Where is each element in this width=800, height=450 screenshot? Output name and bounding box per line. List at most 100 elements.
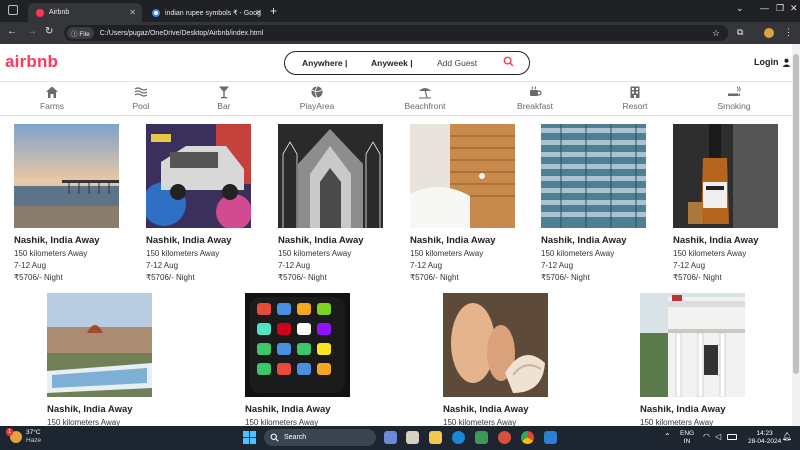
listing-card[interactable]: Nashik, India Away 150 kilometers Away 7… <box>410 124 520 282</box>
search-bar[interactable]: Anywhere | Anyweek | Add Guest <box>284 51 530 75</box>
listing-photo-porch[interactable] <box>640 293 745 397</box>
chrome-icon[interactable] <box>521 431 534 444</box>
widgets-icon[interactable] <box>406 431 419 444</box>
anyweek-button[interactable]: Anyweek | <box>371 58 413 68</box>
listing-title[interactable]: Nashik, India Away <box>673 235 783 246</box>
scrollbar-thumb[interactable] <box>793 54 799 374</box>
listing-card[interactable]: Nashik, India Away 150 kilometers Away <box>47 293 157 426</box>
listing-title[interactable]: Nashik, India Away <box>146 235 256 246</box>
search-icon[interactable] <box>503 56 514 67</box>
windows-taskbar: 1 37°C Haze Search ⌃ ENG IN ◠ ◁ 14:23 28… <box>0 426 800 450</box>
listing-card[interactable]: Nashik, India Away 150 kilometers Away 7… <box>146 124 256 282</box>
category-smoking[interactable]: Smoking <box>704 85 764 111</box>
close-tab-icon[interactable]: ✕ <box>255 8 262 17</box>
office-app-icon[interactable] <box>498 431 511 444</box>
listing-photo-cathedral[interactable] <box>278 124 383 228</box>
task-view-icon[interactable] <box>384 431 397 444</box>
address-bar[interactable]: ⓘ File C:/Users/pugaz/OneDrive/Desktop/A… <box>64 25 728 41</box>
listing-distance: 150 kilometers Away <box>146 249 220 258</box>
close-tab-icon[interactable]: ✕ <box>129 8 136 17</box>
listing-title[interactable]: Nashik, India Away <box>443 404 553 415</box>
battery-icon[interactable] <box>727 434 737 440</box>
listing-title[interactable]: Nashik, India Away <box>541 235 651 246</box>
listing-card[interactable]: Nashik, India Away 150 kilometers Away <box>640 293 750 426</box>
maximize-icon[interactable]: ❐ <box>776 3 784 14</box>
listing-title[interactable]: Nashik, India Away <box>14 235 124 246</box>
extensions-icon[interactable]: ⧉ <box>737 27 743 38</box>
listing-price: ₹5706/- Night <box>146 273 195 282</box>
weather-condition: Haze <box>26 437 42 444</box>
listing-title[interactable]: Nashik, India Away <box>640 404 750 415</box>
category-label: Resort <box>622 101 648 111</box>
listing-title[interactable]: Nashik, India Away <box>47 404 157 415</box>
windows-start-icon[interactable] <box>243 431 256 444</box>
back-arrow-icon[interactable]: ← <box>7 26 17 37</box>
category-breakfast[interactable]: Breakfast <box>505 85 565 111</box>
listing-photo-pier[interactable] <box>14 124 119 228</box>
listing-dates: 7-12 Aug <box>673 261 706 270</box>
clock-time: 14:23 <box>756 430 773 437</box>
close-window-icon[interactable]: ✕ <box>790 3 798 14</box>
show-hidden-icons-icon[interactable]: ⌃ <box>664 433 671 441</box>
tab-google-search[interactable]: indian rupee symbols ₹ - Goog ✕ <box>144 3 268 22</box>
listing-photo-smartphone[interactable] <box>245 293 350 397</box>
minimize-icon[interactable]: — <box>760 3 769 13</box>
airbnb-logo[interactable]: airbnb <box>5 52 58 72</box>
listing-title[interactable]: Nashik, India Away <box>278 235 388 246</box>
category-label: Smoking <box>717 101 751 111</box>
site-info-chip[interactable]: ⓘ File <box>67 27 94 39</box>
tab-groups-icon[interactable] <box>8 5 18 15</box>
listing-dates: 7-12 Aug <box>410 261 443 270</box>
category-label: Beachfront <box>404 101 446 111</box>
listing-photo-graffiti[interactable] <box>146 124 251 228</box>
notification-bell-icon[interactable]: 🔔︎ <box>782 433 792 441</box>
reload-icon[interactable]: ↻ <box>45 26 53 37</box>
wifi-icon[interactable]: ◠ <box>703 433 710 441</box>
browser-tab-strip: Airbnb ✕ indian rupee symbols ₹ - Goog ✕… <box>0 0 800 22</box>
listing-title[interactable]: Nashik, India Away <box>410 235 520 246</box>
listing-card[interactable]: Nashik, India Away 150 kilometers Away 7… <box>278 124 388 282</box>
taskbar-search[interactable]: Search <box>264 429 376 446</box>
page-scrollbar[interactable] <box>792 44 800 426</box>
listing-card[interactable]: Nashik, India Away 150 kilometers Away 7… <box>541 124 651 282</box>
tab-search-icon[interactable]: ⌄ <box>736 3 744 14</box>
add-guest-button[interactable]: Add Guest <box>437 58 477 68</box>
listing-card[interactable]: Nashik, India Away 150 kilometers Away 7… <box>673 124 783 282</box>
forward-arrow-icon[interactable]: → <box>27 26 37 37</box>
category-playarea[interactable]: PlayArea <box>287 85 347 111</box>
browser-menu-icon[interactable]: ⋮ <box>784 27 793 38</box>
category-resort[interactable]: Resort <box>605 85 665 111</box>
listing-photo-bedroom[interactable] <box>410 124 515 228</box>
url-text: C:/Users/pugaz/OneDrive/Desktop/Airbnb/i… <box>99 29 264 37</box>
tab-title: Airbnb <box>49 9 70 16</box>
weather-widget[interactable]: 1 37°C Haze <box>6 428 42 445</box>
category-beachfront[interactable]: Beachfront <box>395 85 455 111</box>
listing-card[interactable]: Nashik, India Away 150 kilometers Away 7… <box>14 124 124 282</box>
category-pool[interactable]: Pool <box>111 85 171 111</box>
volume-icon[interactable]: ◁ <box>715 433 721 441</box>
edge-browser-icon[interactable] <box>452 431 465 444</box>
tab-airbnb[interactable]: Airbnb ✕ <box>28 3 142 22</box>
listing-dates: 7-12 Aug <box>14 261 47 270</box>
login-button[interactable]: Login <box>754 57 791 67</box>
listing-photo-whiskey[interactable] <box>673 124 778 228</box>
file-explorer-icon[interactable] <box>429 431 442 444</box>
store-icon[interactable] <box>475 431 488 444</box>
system-clock[interactable]: 14:23 28-04-2024 <box>748 430 781 446</box>
profile-avatar-icon[interactable] <box>764 28 774 40</box>
category-bar[interactable]: Bar <box>194 85 254 111</box>
listing-title[interactable]: Nashik, India Away <box>245 404 355 415</box>
listing-photo-florence[interactable] <box>47 293 152 397</box>
language-indicator[interactable]: ENG IN <box>680 430 694 446</box>
bookmark-star-icon[interactable]: ☆ <box>712 28 720 39</box>
category-farms[interactable]: Farms <box>22 85 82 111</box>
new-tab-button[interactable]: + <box>270 4 277 18</box>
listing-photo-building[interactable] <box>541 124 646 228</box>
listing-distance: 150 kilometers Away <box>410 249 484 258</box>
site-header: airbnb Anywhere | Anyweek | Add Guest <box>0 44 792 82</box>
listing-card[interactable]: Nashik, India Away 150 kilometers Away <box>245 293 355 426</box>
vscode-icon[interactable] <box>544 431 557 444</box>
listing-card[interactable]: Nashik, India Away 150 kilometers Away <box>443 293 553 426</box>
anywhere-button[interactable]: Anywhere | <box>302 58 347 68</box>
listing-photo-baby-feet[interactable] <box>443 293 548 397</box>
